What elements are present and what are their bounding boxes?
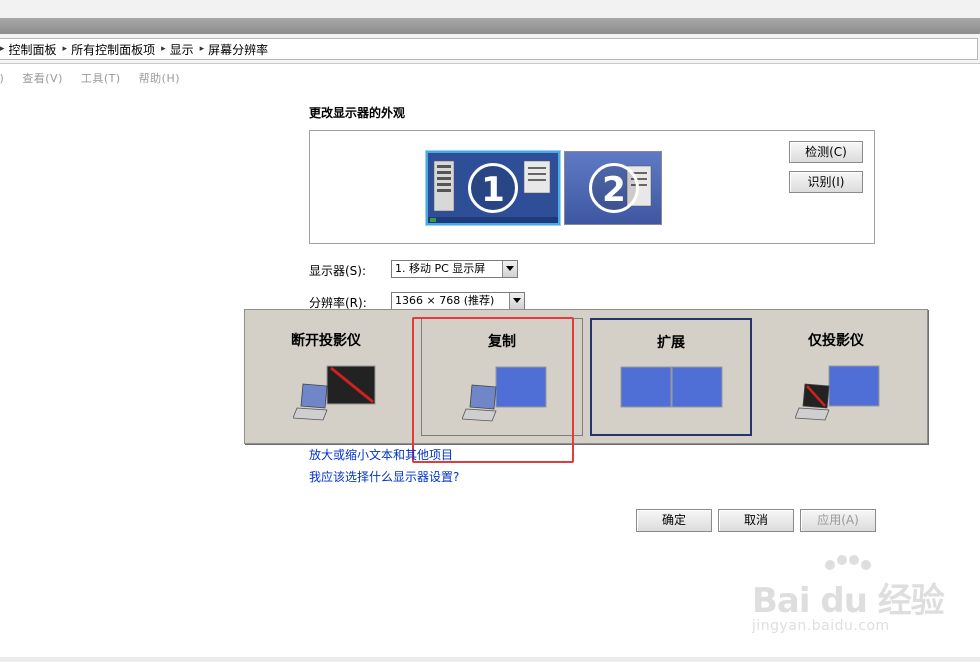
chevron-right-icon: ▸: [0, 44, 5, 54]
breadcrumb-item-all-items[interactable]: ▸ 所有控制面板项: [63, 41, 156, 58]
display-settings-help-link[interactable]: 我应该选择什么显示器设置?: [309, 468, 459, 485]
option-disconnect-projector[interactable]: 断开投影仪: [245, 310, 407, 437]
display-select-value: 1. 移动 PC 显示屏: [395, 262, 486, 275]
identify-button[interactable]: 识别(I): [789, 171, 863, 193]
apply-button[interactable]: 应用(A): [800, 509, 876, 532]
monitor-2-tile[interactable]: 2: [564, 151, 662, 225]
option-projector-only[interactable]: 仅投影仪: [755, 310, 917, 437]
display-select[interactable]: 1. 移动 PC 显示屏: [391, 260, 518, 278]
menu-view[interactable]: 查看(V): [22, 70, 63, 86]
menu-tools[interactable]: 工具(T): [81, 70, 121, 86]
extend-display-icon: [620, 366, 723, 408]
display-label: 显示器(S):: [309, 264, 367, 278]
cancel-button[interactable]: 取消: [718, 509, 794, 532]
option-label: 仅投影仪: [808, 333, 864, 349]
option-label: 断开投影仪: [291, 333, 361, 349]
top-strip: [0, 0, 980, 18]
selection-highlight: [412, 317, 574, 463]
menu-help[interactable]: 帮助(H): [139, 70, 180, 86]
projector-only-icon: [795, 365, 880, 421]
monitor-1-number: 1: [468, 163, 518, 213]
detect-button[interactable]: 检测(C): [789, 141, 863, 163]
chevron-down-icon[interactable]: [509, 293, 524, 309]
bottom-border: [0, 657, 980, 662]
watermark: Bai du 经验 jingyan.baidu.com: [752, 555, 952, 645]
breadcrumb[interactable]: ▸ 控制面板 ▸ 所有控制面板项 ▸ 显示 ▸ 屏幕分辨率: [0, 38, 978, 60]
title-bar: [0, 18, 980, 34]
breadcrumb-item-display[interactable]: ▸ 显示: [161, 41, 194, 58]
resolution-select-value: 1366 × 768 (推荐): [395, 294, 495, 307]
chevron-right-icon: ▸: [62, 44, 68, 54]
projection-switcher: 断开投影仪 复制 扩展 仅投影仪: [244, 309, 928, 444]
breadcrumb-item-control-panel[interactable]: ▸ 控制面板: [0, 41, 57, 58]
option-extend[interactable]: 扩展: [590, 318, 752, 436]
disconnect-projector-icon: [293, 365, 376, 421]
resolution-select[interactable]: 1366 × 768 (推荐): [391, 292, 525, 310]
watermark-url: jingyan.baidu.com: [752, 618, 890, 634]
monitor-1-tile[interactable]: 1: [426, 151, 560, 225]
monitor-preview: 1 2 检测(C) 识别(I): [309, 130, 875, 244]
text-size-link[interactable]: 放大或缩小文本和其他项目: [309, 446, 453, 463]
address-bar: ▸ 控制面板 ▸ 所有控制面板项 ▸ 显示 ▸ 屏幕分辨率: [0, 34, 980, 64]
option-label: 扩展: [657, 335, 685, 351]
page-title: 更改显示器的外观: [309, 106, 406, 120]
chevron-right-icon: ▸: [199, 44, 205, 54]
watermark-text: Bai du 经验: [752, 581, 945, 621]
breadcrumb-item-resolution[interactable]: ▸ 屏幕分辨率: [200, 41, 269, 58]
menu-bar: E) 查看(V) 工具(T) 帮助(H): [0, 64, 980, 92]
chevron-right-icon: ▸: [161, 44, 166, 54]
chevron-down-icon[interactable]: [502, 261, 517, 277]
ok-button[interactable]: 确定: [636, 509, 712, 532]
monitor-2-number: 2: [589, 163, 639, 213]
menu-edit[interactable]: E): [0, 72, 4, 85]
